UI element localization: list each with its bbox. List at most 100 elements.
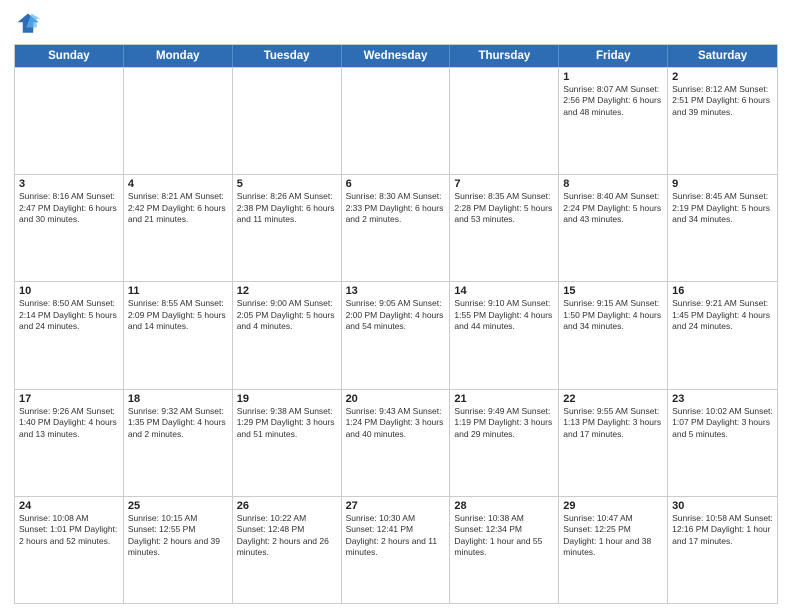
day-number: 27 [346,500,446,512]
day-number: 5 [237,178,337,190]
day-number: 12 [237,285,337,297]
day-number: 13 [346,285,446,297]
day-info: Sunrise: 10:58 AM Sunset: 12:16 PM Dayli… [672,513,773,547]
day-number: 22 [563,393,663,405]
day-number: 3 [19,178,119,190]
day-info: Sunrise: 9:38 AM Sunset: 1:29 PM Dayligh… [237,406,337,440]
week-row-1: 3Sunrise: 8:16 AM Sunset: 2:47 PM Daylig… [15,174,777,281]
day-info: Sunrise: 9:00 AM Sunset: 2:05 PM Dayligh… [237,298,337,332]
day-info: Sunrise: 8:50 AM Sunset: 2:14 PM Dayligh… [19,298,119,332]
day-cell-15: 15Sunrise: 9:15 AM Sunset: 1:50 PM Dayli… [559,282,668,388]
day-cell-12: 12Sunrise: 9:00 AM Sunset: 2:05 PM Dayli… [233,282,342,388]
logo-icon [14,10,42,38]
day-number: 6 [346,178,446,190]
day-cell-17: 17Sunrise: 9:26 AM Sunset: 1:40 PM Dayli… [15,390,124,496]
day-cell-18: 18Sunrise: 9:32 AM Sunset: 1:35 PM Dayli… [124,390,233,496]
day-info: Sunrise: 10:47 AM Sunset: 12:25 PM Dayli… [563,513,663,559]
day-cell-19: 19Sunrise: 9:38 AM Sunset: 1:29 PM Dayli… [233,390,342,496]
logo [14,10,46,38]
header [14,10,778,38]
day-info: Sunrise: 9:49 AM Sunset: 1:19 PM Dayligh… [454,406,554,440]
day-info: Sunrise: 8:16 AM Sunset: 2:47 PM Dayligh… [19,191,119,225]
day-info: Sunrise: 10:30 AM Sunset: 12:41 PM Dayli… [346,513,446,559]
day-number: 18 [128,393,228,405]
page: SundayMondayTuesdayWednesdayThursdayFrid… [0,0,792,612]
week-row-2: 10Sunrise: 8:50 AM Sunset: 2:14 PM Dayli… [15,281,777,388]
day-cell-23: 23Sunrise: 10:02 AM Sunset: 1:07 PM Dayl… [668,390,777,496]
day-number: 20 [346,393,446,405]
day-number: 26 [237,500,337,512]
day-info: Sunrise: 10:08 AM Sunset: 1:01 PM Daylig… [19,513,119,547]
day-number: 4 [128,178,228,190]
week-row-3: 17Sunrise: 9:26 AM Sunset: 1:40 PM Dayli… [15,389,777,496]
header-day-thursday: Thursday [450,45,559,67]
day-cell-24: 24Sunrise: 10:08 AM Sunset: 1:01 PM Dayl… [15,497,124,603]
day-cell-8: 8Sunrise: 8:40 AM Sunset: 2:24 PM Daylig… [559,175,668,281]
day-cell-20: 20Sunrise: 9:43 AM Sunset: 1:24 PM Dayli… [342,390,451,496]
calendar-body: 1Sunrise: 8:07 AM Sunset: 2:56 PM Daylig… [15,67,777,603]
header-day-tuesday: Tuesday [233,45,342,67]
day-number: 25 [128,500,228,512]
day-info: Sunrise: 9:55 AM Sunset: 1:13 PM Dayligh… [563,406,663,440]
day-number: 17 [19,393,119,405]
day-info: Sunrise: 10:02 AM Sunset: 1:07 PM Daylig… [672,406,773,440]
day-cell-16: 16Sunrise: 9:21 AM Sunset: 1:45 PM Dayli… [668,282,777,388]
header-day-monday: Monday [124,45,233,67]
week-row-4: 24Sunrise: 10:08 AM Sunset: 1:01 PM Dayl… [15,496,777,603]
day-number: 28 [454,500,554,512]
day-info: Sunrise: 8:55 AM Sunset: 2:09 PM Dayligh… [128,298,228,332]
day-info: Sunrise: 8:45 AM Sunset: 2:19 PM Dayligh… [672,191,773,225]
day-info: Sunrise: 10:22 AM Sunset: 12:48 PM Dayli… [237,513,337,559]
day-number: 11 [128,285,228,297]
day-cell-11: 11Sunrise: 8:55 AM Sunset: 2:09 PM Dayli… [124,282,233,388]
day-cell-22: 22Sunrise: 9:55 AM Sunset: 1:13 PM Dayli… [559,390,668,496]
day-cell-4: 4Sunrise: 8:21 AM Sunset: 2:42 PM Daylig… [124,175,233,281]
day-cell-26: 26Sunrise: 10:22 AM Sunset: 12:48 PM Day… [233,497,342,603]
day-number: 29 [563,500,663,512]
day-cell-28: 28Sunrise: 10:38 AM Sunset: 12:34 PM Day… [450,497,559,603]
day-info: Sunrise: 8:26 AM Sunset: 2:38 PM Dayligh… [237,191,337,225]
day-cell-29: 29Sunrise: 10:47 AM Sunset: 12:25 PM Day… [559,497,668,603]
day-info: Sunrise: 8:40 AM Sunset: 2:24 PM Dayligh… [563,191,663,225]
header-day-sunday: Sunday [15,45,124,67]
day-info: Sunrise: 9:43 AM Sunset: 1:24 PM Dayligh… [346,406,446,440]
day-number: 30 [672,500,773,512]
day-cell-27: 27Sunrise: 10:30 AM Sunset: 12:41 PM Day… [342,497,451,603]
header-day-friday: Friday [559,45,668,67]
day-info: Sunrise: 9:10 AM Sunset: 1:55 PM Dayligh… [454,298,554,332]
day-info: Sunrise: 9:32 AM Sunset: 1:35 PM Dayligh… [128,406,228,440]
day-cell-25: 25Sunrise: 10:15 AM Sunset: 12:55 PM Day… [124,497,233,603]
day-info: Sunrise: 9:26 AM Sunset: 1:40 PM Dayligh… [19,406,119,440]
day-cell-7: 7Sunrise: 8:35 AM Sunset: 2:28 PM Daylig… [450,175,559,281]
week-row-0: 1Sunrise: 8:07 AM Sunset: 2:56 PM Daylig… [15,67,777,174]
day-info: Sunrise: 8:30 AM Sunset: 2:33 PM Dayligh… [346,191,446,225]
day-number: 16 [672,285,773,297]
day-info: Sunrise: 8:21 AM Sunset: 2:42 PM Dayligh… [128,191,228,225]
empty-cell [450,68,559,174]
day-info: Sunrise: 10:15 AM Sunset: 12:55 PM Dayli… [128,513,228,559]
day-info: Sunrise: 9:21 AM Sunset: 1:45 PM Dayligh… [672,298,773,332]
day-number: 15 [563,285,663,297]
day-info: Sunrise: 8:07 AM Sunset: 2:56 PM Dayligh… [563,84,663,118]
header-day-wednesday: Wednesday [342,45,451,67]
day-number: 23 [672,393,773,405]
day-info: Sunrise: 9:15 AM Sunset: 1:50 PM Dayligh… [563,298,663,332]
day-cell-1: 1Sunrise: 8:07 AM Sunset: 2:56 PM Daylig… [559,68,668,174]
day-number: 8 [563,178,663,190]
day-info: Sunrise: 10:38 AM Sunset: 12:34 PM Dayli… [454,513,554,559]
day-cell-30: 30Sunrise: 10:58 AM Sunset: 12:16 PM Day… [668,497,777,603]
empty-cell [342,68,451,174]
day-cell-2: 2Sunrise: 8:12 AM Sunset: 2:51 PM Daylig… [668,68,777,174]
day-cell-9: 9Sunrise: 8:45 AM Sunset: 2:19 PM Daylig… [668,175,777,281]
day-number: 2 [672,71,773,83]
calendar-header: SundayMondayTuesdayWednesdayThursdayFrid… [15,45,777,67]
day-number: 24 [19,500,119,512]
empty-cell [124,68,233,174]
day-cell-14: 14Sunrise: 9:10 AM Sunset: 1:55 PM Dayli… [450,282,559,388]
day-number: 1 [563,71,663,83]
day-cell-6: 6Sunrise: 8:30 AM Sunset: 2:33 PM Daylig… [342,175,451,281]
calendar: SundayMondayTuesdayWednesdayThursdayFrid… [14,44,778,604]
day-cell-10: 10Sunrise: 8:50 AM Sunset: 2:14 PM Dayli… [15,282,124,388]
day-info: Sunrise: 9:05 AM Sunset: 2:00 PM Dayligh… [346,298,446,332]
day-number: 21 [454,393,554,405]
